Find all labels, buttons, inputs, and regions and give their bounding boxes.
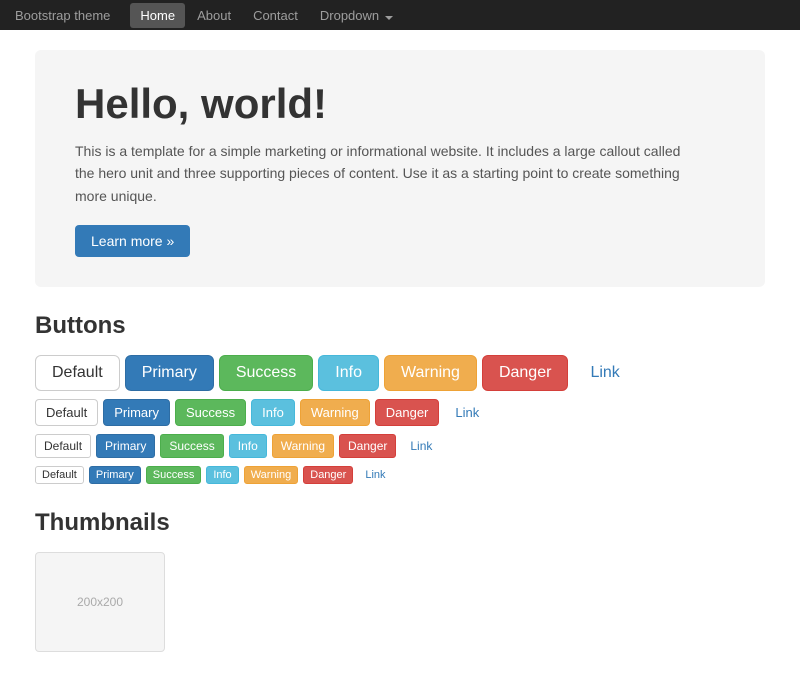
nav-link-home[interactable]: Home [130, 3, 185, 28]
btn-link-lg[interactable]: Link [573, 355, 636, 391]
button-row-sm: Default Primary Success Info Warning Dan… [35, 434, 765, 458]
btn-default-lg[interactable]: Default [35, 355, 120, 391]
navbar: Bootstrap theme Home About Contact Dropd… [0, 0, 800, 30]
btn-link-md[interactable]: Link [444, 399, 490, 426]
btn-default-xs[interactable]: Default [35, 466, 84, 484]
btn-warning-xs[interactable]: Warning [244, 466, 299, 484]
thumbnail-item: 200x200 [35, 552, 165, 652]
btn-danger-lg[interactable]: Danger [482, 355, 568, 391]
learn-more-button[interactable]: Learn more » [75, 225, 190, 257]
btn-primary-lg[interactable]: Primary [125, 355, 214, 391]
btn-danger-xs[interactable]: Danger [303, 466, 353, 484]
btn-success-xs[interactable]: Success [146, 466, 202, 484]
button-row-md: Default Primary Success Info Warning Dan… [35, 399, 765, 426]
btn-default-md[interactable]: Default [35, 399, 98, 426]
btn-warning-sm[interactable]: Warning [272, 434, 334, 458]
btn-primary-xs[interactable]: Primary [89, 466, 141, 484]
btn-link-xs[interactable]: Link [358, 466, 392, 484]
btn-warning-lg[interactable]: Warning [384, 355, 477, 391]
thumbnails-section-title: Thumbnails [35, 509, 765, 537]
nav-item-home[interactable]: Home [130, 3, 185, 28]
nav-item-about[interactable]: About [187, 3, 241, 28]
main-content: Hello, world! This is a template for a s… [20, 30, 780, 697]
btn-primary-md[interactable]: Primary [103, 399, 170, 426]
btn-link-sm[interactable]: Link [401, 434, 441, 458]
btn-info-sm[interactable]: Info [229, 434, 267, 458]
btn-danger-md[interactable]: Danger [375, 399, 440, 426]
btn-success-sm[interactable]: Success [160, 434, 223, 458]
button-row-xs: Default Primary Success Info Warning Dan… [35, 466, 765, 484]
btn-default-sm[interactable]: Default [35, 434, 91, 458]
navbar-brand[interactable]: Bootstrap theme [15, 8, 110, 23]
hero-description: This is a template for a simple marketin… [75, 140, 695, 207]
hero-section: Hello, world! This is a template for a s… [35, 50, 765, 287]
btn-info-xs[interactable]: Info [206, 466, 238, 484]
nav-link-about[interactable]: About [187, 3, 241, 28]
btn-success-lg[interactable]: Success [219, 355, 313, 391]
dropdown-caret-icon [385, 16, 393, 20]
nav-item-dropdown[interactable]: Dropdown [310, 3, 403, 28]
nav-link-dropdown[interactable]: Dropdown [310, 3, 403, 28]
thumbnails-section: Thumbnails 200x200 [35, 509, 765, 652]
buttons-section-title: Buttons [35, 312, 765, 340]
btn-info-md[interactable]: Info [251, 399, 295, 426]
button-row-lg: Default Primary Success Info Warning Dan… [35, 355, 765, 391]
btn-danger-sm[interactable]: Danger [339, 434, 396, 458]
hero-title: Hello, world! [75, 80, 725, 128]
thumbnail-label: 200x200 [77, 595, 123, 609]
btn-info-lg[interactable]: Info [318, 355, 379, 391]
buttons-section: Buttons Default Primary Success Info War… [35, 312, 765, 484]
btn-success-md[interactable]: Success [175, 399, 246, 426]
nav-item-contact[interactable]: Contact [243, 3, 308, 28]
btn-warning-md[interactable]: Warning [300, 399, 370, 426]
btn-primary-sm[interactable]: Primary [96, 434, 155, 458]
nav-link-contact[interactable]: Contact [243, 3, 308, 28]
